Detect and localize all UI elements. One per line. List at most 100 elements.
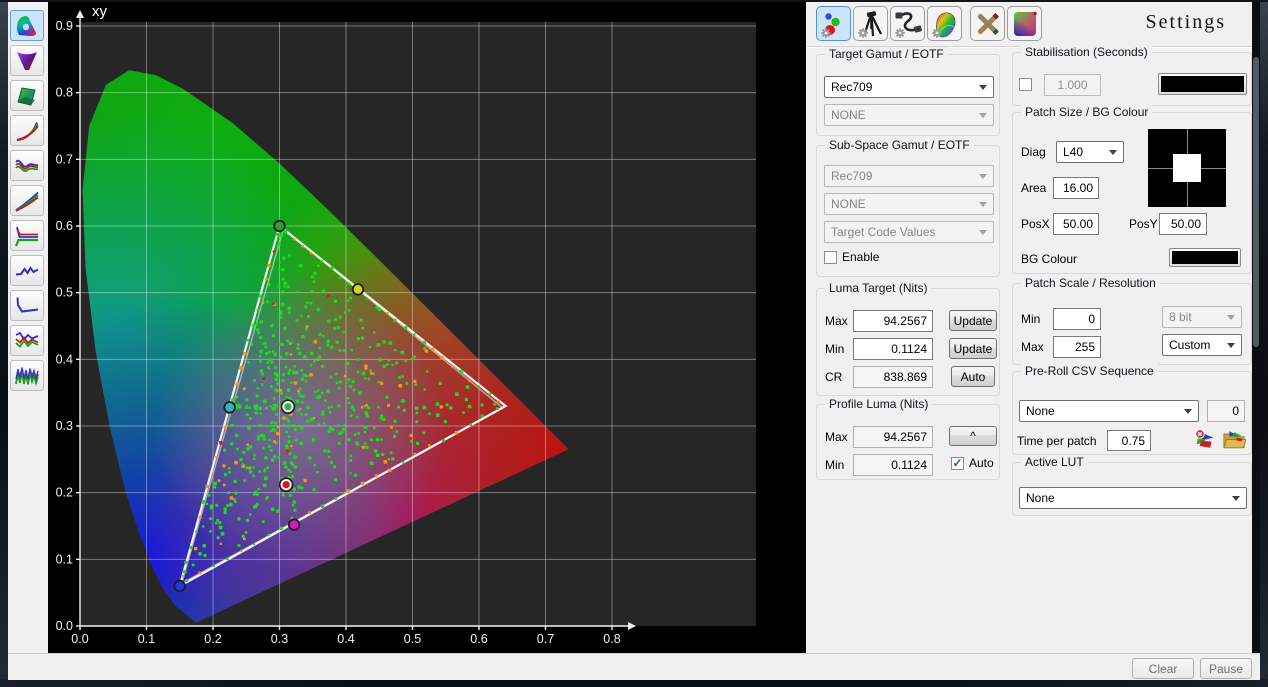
view-cie-uv-button[interactable] bbox=[10, 45, 44, 76]
probe-tripod-icon bbox=[856, 9, 886, 39]
view-rgb-noise-button[interactable] bbox=[10, 360, 44, 391]
bit-depth-select[interactable]: 8 bit bbox=[1162, 306, 1242, 328]
diag-select[interactable]: L40 bbox=[1056, 141, 1124, 163]
clear-button[interactable]: Clear bbox=[1132, 658, 1194, 679]
calibration-tools-icon bbox=[973, 9, 1003, 39]
svg-text:0.7: 0.7 bbox=[56, 152, 73, 166]
csv-load-button[interactable] bbox=[1222, 428, 1246, 451]
csv-delete-button[interactable] bbox=[1194, 428, 1218, 451]
profile-max-label: Max bbox=[825, 430, 848, 444]
profile-auto-checkbox[interactable]: ✓ bbox=[951, 457, 964, 470]
luma-min-input[interactable] bbox=[853, 338, 933, 360]
target-eotf-select[interactable]: NONE bbox=[824, 104, 994, 126]
luma-min-label: Min bbox=[825, 342, 844, 356]
group-title: Luma Target (Nits) bbox=[825, 281, 931, 295]
svg-text:0.8: 0.8 bbox=[56, 86, 73, 100]
profile-luma-apply-button[interactable]: ^ bbox=[949, 426, 997, 446]
panel-scrollbar-thumb[interactable] bbox=[1253, 57, 1259, 347]
stabilisation-colour-swatch bbox=[1161, 76, 1244, 92]
subspace-enable-label: Enable bbox=[842, 250, 879, 264]
scale-max-input[interactable] bbox=[1053, 336, 1101, 358]
svg-text:0.5: 0.5 bbox=[56, 286, 73, 300]
probe-tripod-button[interactable] bbox=[853, 6, 888, 41]
posx-input[interactable] bbox=[1053, 213, 1099, 235]
scale-mode-select[interactable]: Custom bbox=[1162, 334, 1242, 356]
patch-preview-patch bbox=[1173, 154, 1201, 182]
active-lut-value: None bbox=[1026, 491, 1055, 505]
subspace-eotf-value: NONE bbox=[831, 197, 866, 211]
view-cie-xy-button[interactable] bbox=[10, 10, 44, 41]
cie-xy-plot: 0.00.10.20.30.40.50.60.70.80.00.10.20.30… bbox=[48, 2, 806, 653]
svg-text:0.0: 0.0 bbox=[56, 619, 73, 633]
view-toolbar bbox=[8, 2, 48, 653]
bit-depth-value: 8 bit bbox=[1169, 310, 1192, 324]
group-patch-size: Patch Size / BG Colour Diag L40 Area Pos… bbox=[1012, 112, 1252, 274]
chevron-down-icon bbox=[979, 85, 987, 90]
cyan-secondary-marker bbox=[224, 402, 235, 413]
calibration-tools-button[interactable] bbox=[970, 6, 1005, 41]
subspace-eotf-select[interactable]: NONE bbox=[824, 193, 994, 215]
time-per-patch-input[interactable] bbox=[1107, 430, 1151, 451]
view-rgb-linearity-button[interactable] bbox=[10, 185, 44, 216]
view-delta-e-line-button[interactable] bbox=[10, 255, 44, 286]
subspace-mode-value: Target Code Values bbox=[831, 225, 936, 239]
color-cube-icon bbox=[1010, 9, 1040, 39]
chromaticity-chart[interactable]: 0.00.10.20.30.40.50.60.70.80.00.10.20.30… bbox=[48, 2, 806, 653]
group-stabilisation: Stabilisation (Seconds) ✓ bbox=[1012, 52, 1252, 106]
svg-text:0.3: 0.3 bbox=[56, 419, 73, 433]
luminance-plot-icon bbox=[14, 295, 40, 317]
chevron-down-icon bbox=[1227, 315, 1235, 320]
preroll-sequence-select[interactable]: None bbox=[1019, 400, 1199, 422]
luma-max-label: Max bbox=[825, 314, 848, 328]
preroll-sequence-value: None bbox=[1026, 404, 1055, 418]
connection-button[interactable] bbox=[890, 6, 925, 41]
color-cube-button[interactable] bbox=[1007, 6, 1042, 41]
bg-colour-button[interactable] bbox=[1169, 248, 1241, 267]
area-input[interactable] bbox=[1053, 177, 1099, 199]
active-lut-select[interactable]: None bbox=[1019, 487, 1247, 509]
subspace-enable-checkbox[interactable]: ✓ bbox=[824, 251, 837, 264]
bg-colour-label: BG Colour bbox=[1021, 252, 1077, 266]
cie-xy-diagram-icon bbox=[14, 15, 40, 37]
chevron-down-icon bbox=[1227, 343, 1235, 348]
luma-max-update-button[interactable]: Update bbox=[949, 310, 997, 331]
group-preroll: Pre-Roll CSV Sequence None Time per patc… bbox=[1012, 371, 1252, 455]
rgb-error-plot-icon bbox=[14, 330, 40, 352]
view-luminance-line-button[interactable] bbox=[10, 290, 44, 321]
scale-mode-value: Custom bbox=[1169, 338, 1210, 352]
luma-max-input[interactable] bbox=[853, 310, 933, 332]
window-edge-right bbox=[1260, 0, 1268, 687]
gear-icon bbox=[895, 28, 905, 38]
luma-min-update-button[interactable]: Update bbox=[949, 338, 997, 359]
subspace-gamut-select[interactable]: Rec709 bbox=[824, 165, 994, 187]
view-rgb-error-button[interactable] bbox=[10, 325, 44, 356]
view-rgb-balance-button[interactable] bbox=[10, 150, 44, 181]
panel-scrollbar[interactable] bbox=[1252, 2, 1260, 653]
luma-cr-auto-button[interactable]: Auto bbox=[951, 366, 995, 387]
panel-heading: Settings bbox=[1146, 11, 1226, 34]
chevron-down-icon bbox=[979, 113, 987, 118]
time-per-patch-label: Time per patch bbox=[1017, 434, 1097, 448]
posy-input[interactable] bbox=[1159, 213, 1207, 235]
pause-button[interactable]: Pause bbox=[1200, 658, 1252, 679]
window-frame: 0.00.10.20.30.40.50.60.70.80.00.10.20.30… bbox=[0, 0, 1268, 687]
profiling-button[interactable] bbox=[816, 6, 851, 41]
stabilisation-colour-button[interactable] bbox=[1158, 73, 1247, 95]
target-gamut-select[interactable]: Rec709 bbox=[824, 76, 994, 98]
chevron-down-icon bbox=[1232, 496, 1240, 501]
svg-text:0.1: 0.1 bbox=[56, 552, 73, 566]
stabilisation-checkbox[interactable]: ✓ bbox=[1019, 78, 1032, 91]
csv-sequence-delete-icon bbox=[1194, 428, 1218, 451]
svg-text:0.8: 0.8 bbox=[603, 632, 620, 646]
svg-text:0.0: 0.0 bbox=[71, 632, 88, 646]
view-rgb-levels-button[interactable] bbox=[10, 220, 44, 251]
profile-max-input bbox=[853, 426, 933, 448]
lut-surface-button[interactable] bbox=[927, 6, 962, 41]
plot-corner-label: xy bbox=[92, 3, 108, 20]
subspace-mode-select[interactable]: Target Code Values bbox=[824, 221, 994, 243]
group-title: Profile Luma (Nits) bbox=[825, 397, 932, 411]
view-eotf-curves-button[interactable] bbox=[10, 115, 44, 146]
scale-min-input[interactable] bbox=[1053, 308, 1101, 330]
lut-surface-icon bbox=[930, 9, 960, 39]
view-gamut-3d-button[interactable] bbox=[10, 80, 44, 111]
